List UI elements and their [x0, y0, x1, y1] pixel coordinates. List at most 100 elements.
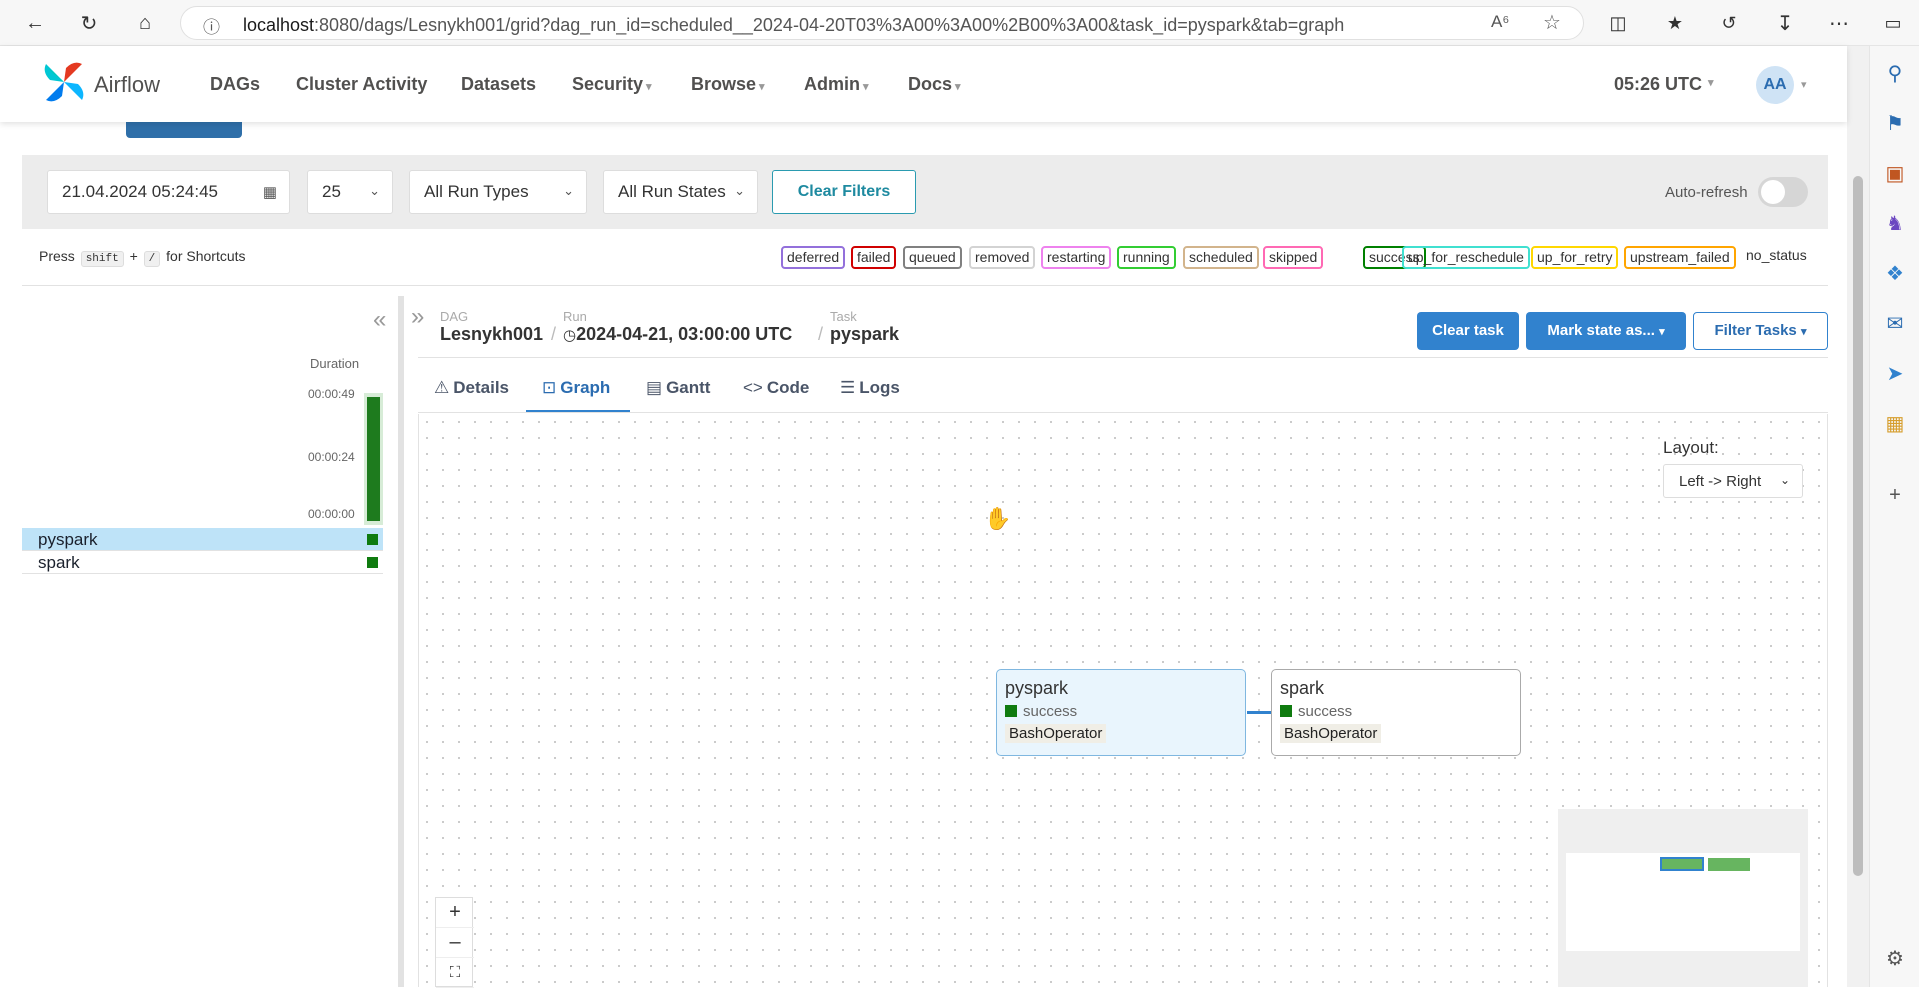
caret-down-icon: ▾ [955, 81, 961, 93]
warning-icon: ⚠ [434, 378, 450, 397]
brand-name[interactable]: Airflow [94, 72, 160, 98]
info-icon[interactable]: ⓘ [203, 13, 220, 38]
airflow-logo-icon[interactable] [40, 58, 88, 106]
tab-code[interactable]: <> Code [743, 378, 809, 398]
scrollbar-thumb[interactable] [1853, 176, 1863, 876]
tab-label: Gantt [666, 378, 711, 397]
nav-docs[interactable]: Docs ▾ [908, 74, 961, 95]
legend-up-for-reschedule[interactable]: up_for_reschedule [1402, 246, 1530, 269]
partially-hidden-button[interactable] [126, 122, 242, 138]
run-crumb[interactable]: ◷2024-04-21, 03:00:00 UTC [563, 324, 792, 345]
favorites-icon[interactable]: ★ [1660, 8, 1690, 38]
back-icon[interactable]: ← [20, 8, 50, 38]
legend-restarting[interactable]: restarting [1041, 246, 1112, 269]
reload-icon[interactable]: ↻ [74, 8, 104, 38]
graph-node-pyspark[interactable]: pyspark success BashOperator [996, 669, 1246, 756]
tab-details[interactable]: ⚠ Details [434, 378, 509, 398]
add-icon[interactable]: + [1880, 480, 1910, 510]
collapse-grid-icon[interactable]: « [373, 306, 386, 334]
zoom-in-icon[interactable]: + [436, 898, 474, 928]
layout-select[interactable]: Left -> Right ⌄ [1663, 464, 1803, 498]
task-crumb[interactable]: pyspark [830, 324, 899, 345]
image-icon[interactable]: ▦ [1880, 408, 1910, 438]
favorite-star-icon[interactable]: ☆ [1543, 10, 1561, 35]
caret-down-icon: ▾ [1800, 326, 1807, 338]
node-task-name: pyspark [1005, 678, 1069, 698]
graph-node-spark[interactable]: spark success BashOperator [1271, 669, 1521, 756]
more-menu-icon[interactable]: ⋯ [1824, 8, 1854, 38]
legend-queued[interactable]: queued [903, 246, 962, 269]
duration-tick: 00:00:49 [308, 387, 355, 401]
nav-cluster-activity[interactable]: Cluster Activity [296, 74, 427, 95]
calendar-icon[interactable]: ▦ [263, 183, 277, 201]
copilot-icon[interactable]: ❖ [1880, 258, 1910, 288]
address-bar[interactable]: ⓘ localhost:8080/dags/Lesnykh001/grid?da… [180, 6, 1584, 40]
legend-skipped[interactable]: skipped [1263, 246, 1324, 269]
nav-browse[interactable]: Browse ▾ [691, 74, 765, 95]
legend-no-status[interactable]: no_status [1742, 246, 1811, 269]
nav-security[interactable]: Security ▾ [572, 74, 652, 95]
sidebar-toggle-icon[interactable]: ▭ [1878, 8, 1908, 38]
base-date-input[interactable]: 21.04.2024 05:24:45 ▦ [47, 170, 290, 214]
num-runs-select[interactable]: 25 ⌄ [307, 170, 393, 214]
dag-crumb-label: DAG [440, 309, 469, 324]
node-task-name: spark [1280, 678, 1325, 698]
panel-resize-handle[interactable] [398, 296, 404, 987]
task-row-spark[interactable]: spark [22, 551, 383, 574]
task-instance-success[interactable] [367, 534, 378, 545]
task-row-pyspark[interactable]: pyspark [22, 528, 383, 551]
legend-upstream-failed[interactable]: upstream_failed [1624, 246, 1736, 269]
expand-details-icon[interactable]: » [411, 303, 424, 331]
shopping-tag-icon[interactable]: ⚑ [1880, 108, 1910, 138]
legend-scheduled[interactable]: scheduled [1183, 246, 1259, 269]
settings-gear-icon[interactable]: ⚙ [1880, 943, 1910, 973]
clear-task-button[interactable]: Clear task [1417, 312, 1519, 350]
legend-running[interactable]: running [1117, 246, 1176, 269]
run-states-select[interactable]: All Run States ⌄ [603, 170, 758, 214]
legend-up-for-retry[interactable]: up_for_retry [1531, 246, 1619, 269]
tab-graph[interactable]: ⊡ Graph [542, 378, 610, 398]
tools-icon[interactable]: ▣ [1880, 158, 1910, 188]
dag-run-duration-bar[interactable] [367, 397, 380, 521]
minimap-node [1660, 857, 1704, 871]
task-instance-success[interactable] [367, 557, 378, 568]
mark-state-button[interactable]: Mark state as... ▾ [1526, 312, 1686, 350]
search-icon[interactable]: ⚲ [1880, 58, 1910, 88]
run-states-value: All Run States [618, 182, 726, 201]
nav-admin[interactable]: Admin ▾ [804, 74, 869, 95]
chevron-down-icon: ⌄ [1779, 473, 1790, 487]
user-avatar[interactable]: AA [1756, 66, 1794, 104]
home-icon[interactable]: ⌂ [130, 8, 160, 38]
zoom-out-icon[interactable]: – [436, 928, 474, 958]
caret-down-icon[interactable]: ▾ [1801, 78, 1807, 91]
auto-refresh-toggle[interactable] [1758, 177, 1808, 207]
nav-datasets[interactable]: Datasets [461, 74, 536, 95]
graph-minimap[interactable] [1558, 809, 1808, 987]
page-scrollbar[interactable] [1847, 46, 1869, 987]
run-types-select[interactable]: All Run Types ⌄ [409, 170, 587, 214]
games-icon[interactable]: ♞ [1880, 208, 1910, 238]
base-date-value: 21.04.2024 05:24:45 [62, 182, 218, 201]
utc-clock[interactable]: 05:26 UTC ▾ [1614, 74, 1714, 95]
download-icon[interactable]: ↧ [1770, 8, 1800, 38]
legend-deferred[interactable]: deferred [781, 246, 846, 269]
caret-down-icon: ▾ [646, 81, 652, 93]
history-icon[interactable]: ↺ [1714, 8, 1744, 38]
tab-logs[interactable]: ☰ Logs [840, 378, 900, 398]
clear-filters-button[interactable]: Clear Filters [772, 170, 916, 214]
filter-tasks-button[interactable]: Filter Tasks ▾ [1693, 312, 1828, 350]
node-operator: BashOperator [1280, 724, 1382, 743]
auto-refresh-label: Auto-refresh [1665, 184, 1748, 201]
read-aloud-icon[interactable]: A⁶ [1491, 12, 1509, 32]
split-screen-icon[interactable]: ◫ [1603, 8, 1633, 38]
tab-gantt[interactable]: ▤ Gantt [646, 378, 710, 398]
legend-removed[interactable]: removed [969, 246, 1036, 269]
dag-crumb[interactable]: Lesnykh001 [440, 324, 543, 345]
url-text: localhost:8080/dags/Lesnykh001/grid?dag_… [243, 15, 1345, 35]
nav-dags[interactable]: DAGs [210, 74, 260, 95]
fit-view-icon[interactable]: ⛶ [436, 958, 474, 988]
legend-failed[interactable]: failed [851, 246, 897, 269]
outlook-icon[interactable]: ✉ [1880, 308, 1910, 338]
num-runs-value: 25 [322, 182, 341, 201]
send-icon[interactable]: ➤ [1880, 358, 1910, 388]
